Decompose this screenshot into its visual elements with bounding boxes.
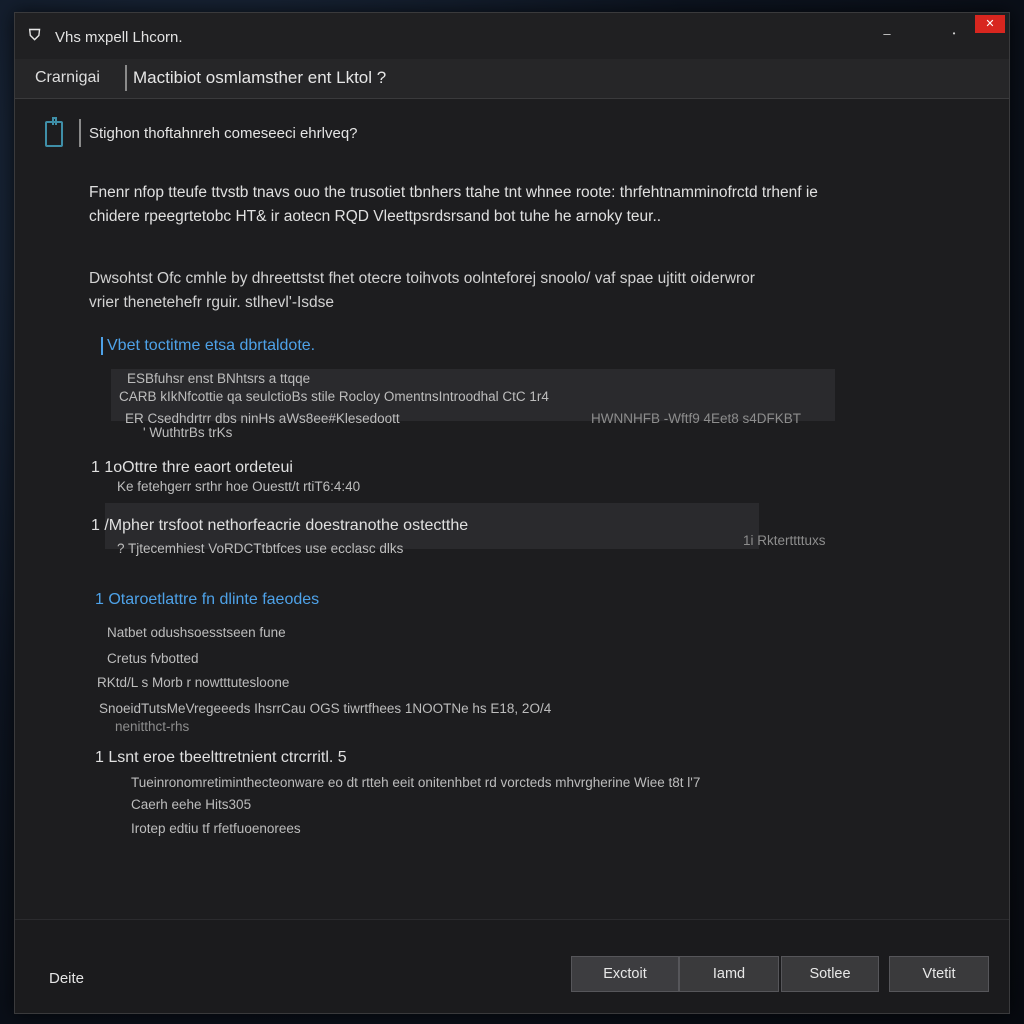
group1-line-3-right: HWNNHFB -Wftf9 4Eet8 s4DFKBT <box>591 411 802 426</box>
dot-icon: • <box>952 29 956 38</box>
group2-line-4: SnoeidTutsMeVregeeeds IhsrrCau OGS tiwrt… <box>99 701 552 716</box>
group1-line-2: CARB kIkNfcottie qa seulctioBs stile Roc… <box>119 389 549 404</box>
exit-button[interactable]: Exctoit <box>571 956 679 992</box>
group2-line-3: RKtd/L s Morb r nowtttutesloone <box>97 675 290 690</box>
shield-icon: ⛉ <box>29 27 41 44</box>
header-label[interactable]: Crarnigai <box>35 69 100 87</box>
footer-bar: Deite Exctoit Iamd Sotlee Vtetit <box>15 919 1009 1013</box>
main-content: Stighon thoftahnreh comeseeci ehrlveq? F… <box>15 99 1009 919</box>
detail-line-2: vrier thenetehefr rguir. stlhevl'-Isdse <box>89 294 335 311</box>
window-title: Vhs mxpell Lhcorn. <box>55 29 183 46</box>
intro-line-1: Fnenr nfop tteufe ttvstb tnavs ouo the t… <box>89 184 818 201</box>
item5-line-3: Irotep edtiu tf rfetfuoenorees <box>131 821 301 836</box>
title-bar[interactable]: ⛉ Vhs mxpell Lhcorn. – • ✕ <box>15 13 1009 59</box>
intro-line-2: chidere rpeegrtetobc HT& ir aotecn RQD V… <box>89 208 662 225</box>
item5-line-2: Caerh eehe Hits305 <box>131 797 252 812</box>
group1-line-1: ESBfuhsr enst BNhtsrs a ttqqe <box>127 371 311 386</box>
item3-heading: 1 /Mpher trsfoot nethorfeacrie doestrano… <box>91 517 469 534</box>
intro-paragraph: Fnenr nfop tteufe ttvstb tnavs ouo the t… <box>89 181 949 229</box>
group2-line-5: nenitthct-rhs <box>115 719 190 734</box>
section-divider <box>79 119 81 147</box>
detail-line-1: Dwsohtst Ofc cmhle by dhreettstst fhet o… <box>89 270 755 287</box>
group2-heading[interactable]: 1 Otaroetlattre fn dlinte faeodes <box>95 591 319 609</box>
item5-heading: 1 Lsnt eroe tbeelttretnient ctrcrritl. 5 <box>95 749 347 766</box>
item2-heading: 1 1oOttre thre eaort ordeteui <box>91 459 293 476</box>
footer-label[interactable]: Deite <box>49 970 84 987</box>
section-title: Stighon thoftahnreh comeseeci ehrlveq? <box>89 125 358 142</box>
header-title: Mactibiot osmlamsther ent Lktol ? <box>133 68 387 87</box>
group2-line-2: Cretus fvbotted <box>107 651 199 666</box>
app-window: ⛉ Vhs mxpell Lhcorn. – • ✕ Crarnigai Mac… <box>14 12 1010 1014</box>
header-divider <box>125 65 127 91</box>
close-button[interactable]: ✕ <box>975 15 1005 33</box>
item3-sub: ? Tjtecemhiest VoRDCTtbtfces use ecclasc… <box>117 541 404 556</box>
item3-right: 1i Rkterttttuxs <box>743 533 826 548</box>
group1-heading[interactable]: Vbet toctitme etsa dbrtaldote. <box>107 337 315 355</box>
view-button[interactable]: Vtetit <box>889 956 989 992</box>
clipboard-icon <box>45 117 63 147</box>
item2-sub: Ke fetehgerr srthr hoe Ouestt/t rtiT6:4:… <box>117 479 361 494</box>
detail-paragraph: Dwsohtst Ofc cmhle by dhreettstst fhet o… <box>89 267 949 315</box>
select-button[interactable]: Sotlee <box>781 956 879 992</box>
group1-line-4: ' WuthtrBs trKs <box>143 425 233 440</box>
group2-line-1: Natbet odushsoesstseen fune <box>107 625 286 640</box>
action-button-2[interactable]: Iamd <box>679 956 779 992</box>
minimize-button[interactable]: – <box>873 23 901 45</box>
link-accent-bar <box>101 337 103 355</box>
group1-line-3: ER Csedhdrtrr dbs ninHs aWs8ee#Klesedoot… <box>125 411 400 426</box>
item5-line-1: Tueinronomretiminthecteonware eo dt rtte… <box>131 775 701 790</box>
header-bar: Crarnigai Mactibiot osmlamsther ent Lkto… <box>15 59 1009 99</box>
